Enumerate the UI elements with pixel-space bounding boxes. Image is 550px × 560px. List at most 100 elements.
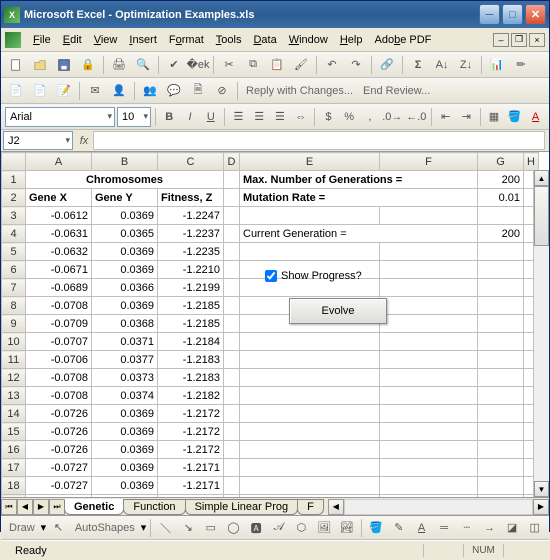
cell[interactable] (380, 297, 478, 315)
cell[interactable] (380, 243, 478, 261)
cell[interactable] (380, 333, 478, 351)
save-button[interactable] (53, 54, 75, 76)
textbox-button[interactable]: 🅰 (246, 517, 267, 539)
diagram-button[interactable]: ⬡ (291, 517, 312, 539)
cell[interactable]: -1.2199 (158, 279, 224, 297)
col-header-D[interactable]: D (224, 153, 240, 171)
cell[interactable]: -1.2210 (158, 261, 224, 279)
doc-close-button[interactable]: × (529, 33, 545, 47)
cell[interactable]: -0.0706 (26, 351, 92, 369)
cell[interactable] (478, 369, 524, 387)
menu-tools[interactable]: Tools (210, 31, 248, 49)
cell[interactable] (240, 495, 380, 499)
cell[interactable]: -0.0727 (26, 459, 92, 477)
col-header-C[interactable]: C (158, 153, 224, 171)
menu-format[interactable]: Format (163, 31, 210, 49)
indent-inc-button[interactable]: ⇥ (457, 106, 476, 128)
cell[interactable] (380, 477, 478, 495)
row-header-4[interactable]: 4 (2, 225, 26, 243)
cell[interactable] (380, 369, 478, 387)
cell[interactable] (478, 477, 524, 495)
scroll-thumb[interactable] (534, 186, 549, 246)
menu-view[interactable]: View (88, 31, 124, 49)
cell[interactable] (224, 405, 240, 423)
cell[interactable] (478, 405, 524, 423)
minimize-button[interactable]: ─ (479, 4, 500, 25)
cell[interactable] (380, 261, 478, 279)
linestyle-button[interactable]: ═ (434, 517, 455, 539)
menu-edit[interactable]: Edit (57, 31, 88, 49)
recipient-button[interactable]: 👤 (108, 80, 130, 102)
cell[interactable]: -1.2184 (158, 333, 224, 351)
end-review-button[interactable]: End Review... (359, 85, 434, 97)
cell[interactable]: -0.0707 (26, 333, 92, 351)
cell[interactable] (478, 279, 524, 297)
spelling-button[interactable]: ✔ (163, 54, 185, 76)
fx-icon[interactable]: fx (75, 135, 93, 147)
fillcolor-draw-button[interactable]: 🪣 (366, 517, 387, 539)
cell[interactable]: -1.2172 (158, 423, 224, 441)
cell[interactable]: 0.0369 (92, 441, 158, 459)
formula-input[interactable] (93, 131, 545, 150)
scroll-left-icon[interactable]: ◀ (328, 499, 344, 515)
cell[interactable]: 0.0373 (92, 369, 158, 387)
cell[interactable] (240, 387, 380, 405)
menu-data[interactable]: Data (247, 31, 282, 49)
cell[interactable]: -0.0689 (26, 279, 92, 297)
tab-first-button[interactable]: ⏮ (1, 499, 17, 515)
doc-minimize-button[interactable]: – (493, 33, 509, 47)
permission-button[interactable]: 🔒 (77, 54, 99, 76)
borders-button[interactable]: ▦ (485, 106, 504, 128)
cell[interactable]: -0.0726 (26, 441, 92, 459)
row-header-7[interactable]: 7 (2, 279, 26, 297)
cell[interactable]: 0.0366 (92, 279, 158, 297)
cell[interactable] (224, 171, 240, 189)
spreadsheet[interactable]: ABCDEFGH1ChromosomesMax. Number of Gener… (1, 152, 549, 498)
fontcolor-draw-button[interactable]: A (411, 517, 432, 539)
cell[interactable] (478, 423, 524, 441)
cell-current-gen-label[interactable]: Current Generation = (240, 225, 478, 243)
cell[interactable] (380, 495, 478, 499)
wordart-button[interactable]: 𝒜 (268, 517, 289, 539)
select-all-corner[interactable] (2, 153, 26, 171)
cell[interactable]: -1.2172 (158, 441, 224, 459)
pdf-button-2[interactable]: 📄 (29, 80, 51, 102)
cell[interactable] (240, 207, 380, 225)
picture-button[interactable]: 🏞 (336, 517, 357, 539)
evolve-button[interactable]: Evolve (289, 298, 387, 324)
scroll-down-icon[interactable]: ▼ (534, 481, 549, 497)
email-button[interactable]: ✉ (84, 80, 106, 102)
cell[interactable] (380, 315, 478, 333)
sheet-tab-function[interactable]: Function (123, 499, 185, 515)
cell[interactable] (224, 495, 240, 499)
cell[interactable] (224, 333, 240, 351)
cell-header-b[interactable]: Gene Y (92, 189, 158, 207)
cell[interactable]: -1.2183 (158, 351, 224, 369)
clipart-button[interactable]: 🖼 (314, 517, 335, 539)
col-header-H[interactable]: H (524, 153, 539, 171)
cell[interactable] (224, 459, 240, 477)
open-button[interactable] (29, 54, 51, 76)
cell[interactable] (224, 297, 240, 315)
research-button[interactable]: �ek (187, 54, 209, 76)
cell[interactable]: 0.0365 (92, 225, 158, 243)
reviewer-button[interactable]: 👥 (139, 80, 161, 102)
menu-help[interactable]: Help (334, 31, 369, 49)
comma-button[interactable]: , (361, 106, 380, 128)
name-box[interactable]: J2 (3, 131, 73, 150)
autosum-button[interactable]: Σ (407, 54, 429, 76)
cell[interactable] (478, 441, 524, 459)
cell[interactable] (380, 351, 478, 369)
copy-button[interactable]: ⧉ (242, 54, 264, 76)
cell[interactable] (224, 225, 240, 243)
cell[interactable] (240, 477, 380, 495)
close-button[interactable]: ✕ (525, 4, 546, 25)
cell[interactable]: 0.0369 (92, 423, 158, 441)
cell[interactable] (380, 405, 478, 423)
cell[interactable]: -0.0708 (26, 387, 92, 405)
cut-button[interactable]: ✂ (218, 54, 240, 76)
cell[interactable] (240, 423, 380, 441)
cell[interactable]: -0.0708 (26, 297, 92, 315)
sort-asc-button[interactable]: A↓ (431, 54, 453, 76)
sheet-tab-simple-linear-prog[interactable]: Simple Linear Prog (185, 499, 299, 515)
